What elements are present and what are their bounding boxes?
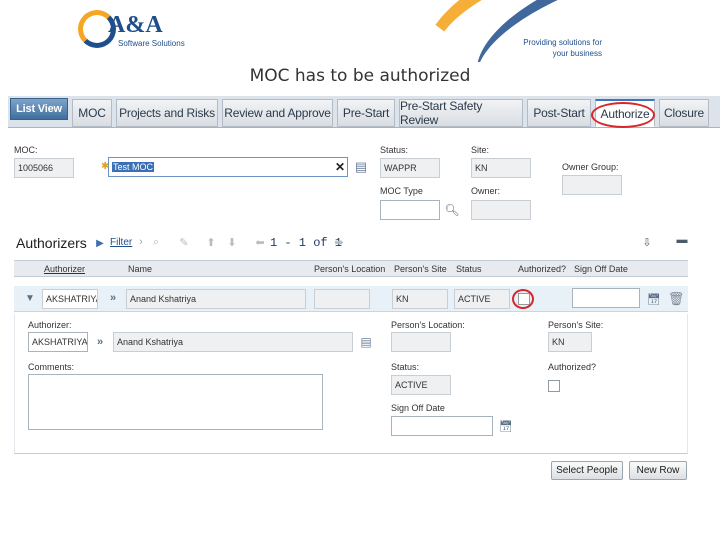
row-expand-icon[interactable]: ▼ (24, 292, 36, 304)
site-label: Site: (471, 145, 490, 155)
table-row[interactable]: ▼ AKSHATRIYA » Anand Kshatriya KN ACTIVE… (14, 286, 688, 312)
edit-icon[interactable]: ✎ (178, 235, 190, 249)
detail-name-field: Anand Kshatriya (113, 332, 353, 352)
detail-authorizer-label: Authorizer: (28, 320, 72, 330)
row-sign-off-date-field[interactable] (572, 288, 640, 308)
tab-review-and-approve[interactable]: Review and Approve (222, 99, 333, 127)
clear-icon[interactable]: ✕ (333, 158, 347, 176)
new-row-button[interactable]: New Row (629, 461, 687, 480)
grid-header: Authorizer Name Person's Location Person… (14, 260, 688, 277)
tab-projects-and-risks[interactable]: Projects and Risks (116, 99, 218, 127)
moc-type-field[interactable] (380, 200, 440, 220)
header-banner: A&A Software Solutions Providing solutio… (0, 0, 720, 62)
tab-pre-start-safety-review[interactable]: Pre-Start Safety Review (399, 99, 523, 127)
moc-label: MOC: (14, 145, 38, 155)
detail-status-field: ACTIVE (391, 375, 451, 395)
select-people-button[interactable]: Select People (551, 461, 623, 480)
col-persons-location[interactable]: Person's Location (314, 264, 385, 274)
tab-closure[interactable]: Closure (659, 99, 709, 127)
status-field: WAPPR (380, 158, 440, 178)
row-status-field: ACTIVE (454, 289, 510, 309)
delete-icon[interactable]: 🗑︎ (668, 289, 685, 309)
logo-name: A&A (108, 12, 163, 38)
moc-type-label: MOC Type (380, 186, 423, 196)
authorized-checkbox-highlight (512, 289, 534, 309)
row-authorizer-field[interactable]: AKSHATRIYA (42, 289, 98, 309)
site-field: KN (471, 158, 531, 178)
detail-sign-off-label: Sign Off Date (391, 403, 445, 413)
detail-location-label: Person's Location: (391, 320, 465, 330)
moc-number-field[interactable]: 1005066 (14, 158, 74, 178)
detail-authorized-checkbox[interactable] (548, 380, 560, 392)
detail-panel: Authorizer: AKSHATRIYA » Anand Kshatriya… (14, 314, 688, 454)
authorizers-title: Authorizers (16, 235, 87, 251)
owner-label: Owner: (471, 186, 501, 196)
authorize-tab-highlight (591, 102, 655, 128)
arrow-down-icon[interactable]: ⬇ (226, 235, 238, 249)
moc-description-text: Test MOC (112, 162, 155, 172)
col-name[interactable]: Name (128, 264, 152, 274)
previous-page-icon[interactable]: ⬅ (254, 235, 266, 249)
row-name-field: Anand Kshatriya (126, 289, 306, 309)
filter-arrow-icon[interactable]: ▶ (96, 236, 104, 250)
detail-long-description-icon[interactable]: ▤ (358, 332, 374, 352)
tagline-line-1: Providing solutions for (523, 38, 602, 47)
detail-comments-label: Comments: (28, 362, 75, 372)
status-label: Status: (380, 145, 409, 155)
col-sign-off-date[interactable]: Sign Off Date (574, 264, 628, 274)
owner-field[interactable] (471, 200, 531, 220)
tab-moc[interactable]: MOC (72, 99, 112, 127)
search-icon[interactable]: 🔍︎ (444, 200, 460, 220)
detail-menu-icon[interactable]: » (93, 334, 107, 350)
detail-sign-off-field[interactable] (391, 416, 493, 436)
collapse-icon[interactable]: ▬ (676, 234, 688, 246)
detail-site-label: Person's Site: (548, 320, 604, 330)
chevron-right-icon: › (139, 236, 143, 248)
detail-status-label: Status: (391, 362, 420, 372)
detail-site-field: KN (548, 332, 592, 352)
detail-authorizer-field[interactable]: AKSHATRIYA (28, 332, 88, 352)
slide-title: MOC has to be authorized (249, 66, 471, 86)
tab-pre-start[interactable]: Pre-Start (337, 99, 395, 127)
col-authorizer[interactable]: Authorizer (44, 264, 85, 274)
download-icon[interactable]: ⇩ (640, 235, 654, 249)
pager-text: 1 - 1 of 1 (270, 236, 343, 250)
tagline-line-2: your business (552, 49, 602, 58)
calendar-icon[interactable]: 📅︎ (646, 290, 662, 308)
logo-subtitle: Software Solutions (118, 39, 185, 48)
company-logo: A&A Software Solutions (78, 6, 188, 56)
long-description-icon[interactable]: ▤ (352, 157, 370, 177)
owner-group-field[interactable] (562, 175, 622, 195)
tab-list-view[interactable]: List View (10, 98, 68, 120)
next-page-icon[interactable]: ➡ (333, 235, 345, 249)
row-detail-menu-icon[interactable]: » (106, 291, 120, 305)
detail-location-field (391, 332, 451, 352)
tab-post-start[interactable]: Post-Start (527, 99, 591, 127)
find-icon[interactable]: ⌕ (150, 235, 162, 249)
tagline: Providing solutions for your business (520, 37, 602, 59)
detail-authorized-label: Authorized? (548, 362, 597, 372)
detail-calendar-icon[interactable]: 📅︎ (498, 417, 514, 435)
col-authorized[interactable]: Authorized? (518, 264, 566, 274)
filter-link[interactable]: Filter (110, 237, 132, 248)
moc-description-field[interactable]: Test MOC (108, 157, 348, 177)
row-location-field (314, 289, 370, 309)
col-persons-site[interactable]: Person's Site (394, 264, 447, 274)
row-site-field: KN (392, 289, 448, 309)
arrow-up-icon[interactable]: ⬆ (205, 235, 217, 249)
detail-comments-field[interactable] (28, 374, 323, 430)
owner-group-label: Owner Group: (562, 162, 619, 172)
col-status[interactable]: Status (456, 264, 482, 274)
